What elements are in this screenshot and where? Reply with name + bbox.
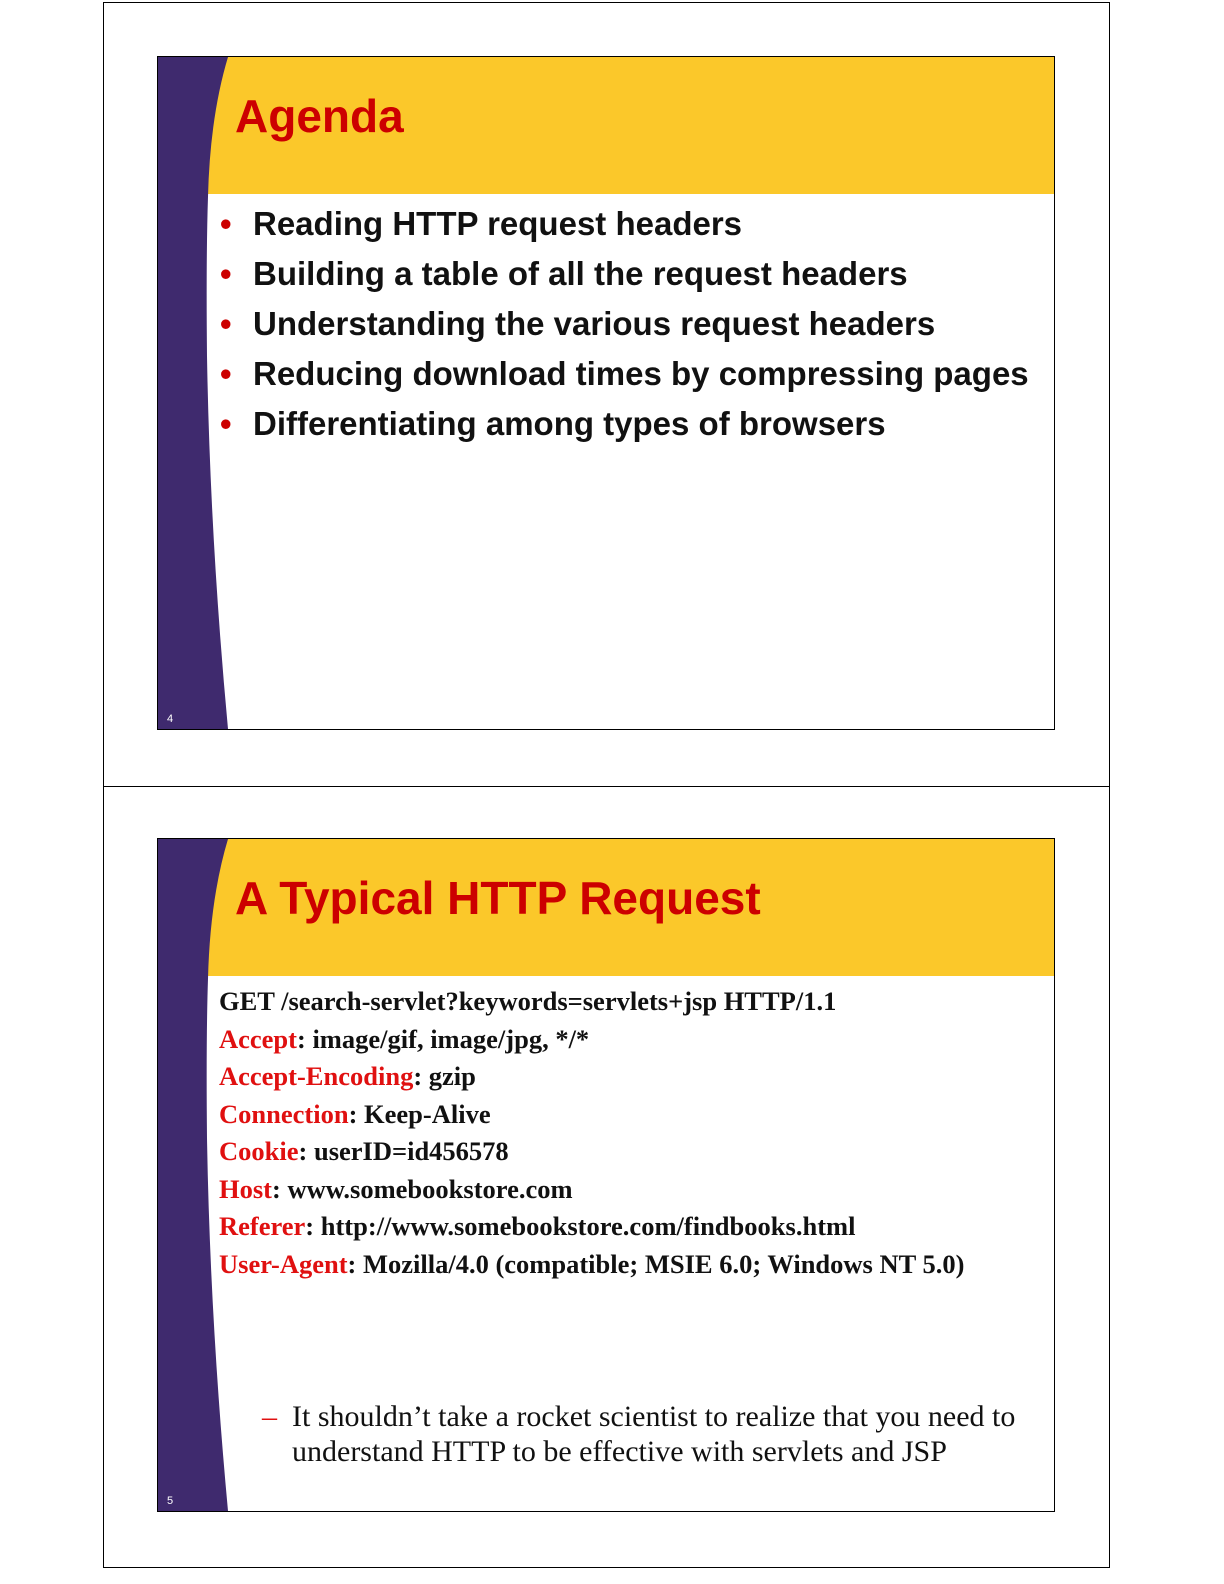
header-name: Host <box>219 1173 272 1204</box>
bullet-icon: • <box>220 255 232 292</box>
slide-title: Agenda <box>235 90 404 142</box>
header-value: : userID=id456578 <box>298 1136 509 1166</box>
slide-number: 5 <box>167 1495 174 1507</box>
http-header-line: Accept-Encoding: gzip <box>219 1058 1049 1096</box>
header-value: : Keep-Alive <box>348 1098 491 1129</box>
http-header-line: Host: www.somebookstore.com <box>219 1171 1049 1209</box>
header-name: Accept-Encoding <box>219 1061 414 1091</box>
http-header-line: Cookie: userID=id456578 <box>219 1133 1049 1171</box>
agenda-item: • Reducing download times by compressing… <box>220 353 1040 394</box>
agenda-item-text: Reading HTTP request headers <box>253 205 743 242</box>
dash-bullet-icon: – <box>262 1400 277 1433</box>
header-name: Referer <box>219 1211 306 1241</box>
slide-number: 4 <box>167 713 174 725</box>
agenda-item: • Differentiating among types of browser… <box>220 403 1040 444</box>
agenda-item-text: Building a table of all the request head… <box>253 255 908 292</box>
slide-sidebar-decoration <box>158 57 228 729</box>
header-name: User-Agent <box>219 1248 348 1279</box>
http-request-listing: GET /search-servlet?keywords=servlets+js… <box>219 983 1049 1283</box>
header-value: : Mozilla/4.0 (compatible; MSIE 6.0; Win… <box>347 1248 965 1279</box>
agenda-list: • Reading HTTP request headers • Buildin… <box>220 203 1040 453</box>
bullet-icon: • <box>220 355 232 392</box>
header-value: : www.somebookstore.com <box>272 1173 573 1204</box>
agenda-item: • Building a table of all the request he… <box>220 253 1040 294</box>
http-header-line: Connection: Keep-Alive <box>219 1096 1049 1134</box>
header-name: Cookie <box>219 1136 299 1166</box>
header-value: : http://www.somebookstore.com/findbooks… <box>305 1211 856 1241</box>
header-name: Accept <box>219 1023 297 1054</box>
slide-title: A Typical HTTP Request <box>235 872 761 924</box>
agenda-item: • Understanding the various request head… <box>220 303 1040 344</box>
agenda-item: • Reading HTTP request headers <box>220 203 1040 244</box>
bullet-icon: • <box>220 405 232 442</box>
agenda-item-text: Differentiating among types of browsers <box>253 405 886 442</box>
header-name: Connection <box>219 1098 349 1129</box>
header-value: : gzip <box>413 1061 476 1091</box>
slide-agenda: Agenda • Reading HTTP request headers • … <box>157 56 1055 730</box>
note-text: It shouldn’t take a rocket scientist to … <box>292 1400 1016 1468</box>
http-header-line: Accept: image/gif, image/jpg, */* <box>219 1021 1049 1059</box>
http-request-line: GET /search-servlet?keywords=servlets+js… <box>219 986 837 1016</box>
slide-sidebar-decoration <box>158 839 228 1511</box>
agenda-item-text: Understanding the various request header… <box>253 305 936 342</box>
http-header-line: User-Agent: Mozilla/4.0 (compatible; MSI… <box>219 1246 1049 1284</box>
bullet-icon: • <box>220 205 232 242</box>
http-header-line: Referer: http://www.somebookstore.com/fi… <box>219 1208 1049 1246</box>
slide-note: – It shouldn’t take a rocket scientist t… <box>262 1399 1052 1469</box>
bullet-icon: • <box>220 305 232 342</box>
header-value: : image/gif, image/jpg, */* <box>297 1023 590 1054</box>
agenda-item-text: Reducing download times by compressing p… <box>253 355 1029 392</box>
slide-typical-http-request: A Typical HTTP Request GET /search-servl… <box>157 838 1055 1512</box>
